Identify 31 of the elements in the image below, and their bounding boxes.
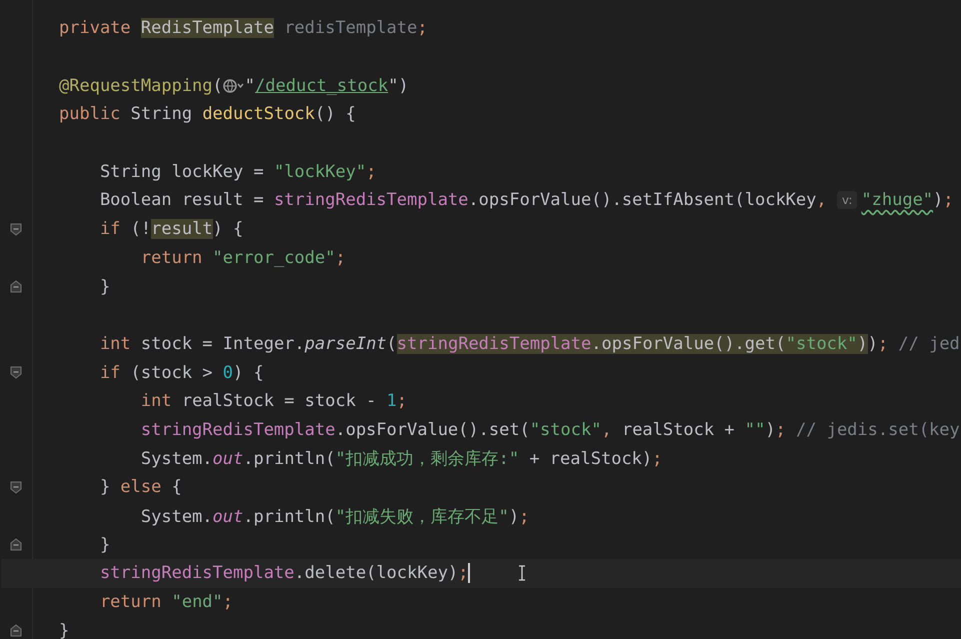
code-line: System.out.println("扣减成功，剩余库存:" + realStock); (140, 448, 662, 470)
fold-icon[interactable] (9, 537, 23, 552)
fold-icon[interactable] (9, 279, 23, 294)
code-line: } (98, 276, 110, 297)
code-line: stringRedisTemplate.delete(lockKey); (98, 563, 468, 584)
fold-icon[interactable] (9, 480, 23, 495)
code-line: stringRedisTemplate.opsForValue().set("stock", realStock + ""); // jedis.set(key (140, 420, 960, 440)
code-line: public String deductStock() { (59, 104, 356, 124)
text-caret (468, 563, 470, 584)
code-line: if (stock > 0) { (98, 362, 264, 383)
code-line: } (59, 620, 70, 639)
code-line: } else { (98, 477, 182, 498)
text-cursor-icon (518, 565, 526, 582)
code-line: String lockKey = "lockKey"; (98, 162, 376, 182)
code-text: "zhuge"); (861, 190, 954, 210)
code-text: Boolean result = stringRedisTemplate.opsForValue().setIfAbsent(lockKey, (98, 190, 828, 210)
code-line: return "end"; (98, 592, 234, 612)
code-line: int realStock = stock - 1; (140, 391, 408, 412)
code-line: return "error_code"; (140, 248, 346, 268)
code-line: System.out.println("扣减失败，库存不足"); (140, 506, 530, 528)
fold-icon[interactable] (9, 222, 23, 237)
code-text: "/deduct_stock") (244, 76, 409, 96)
code-line: int stock = Integer.parseInt(stringRedisTemplate.opsForValue().get("stock")); // jed (98, 334, 960, 354)
fold-icon[interactable] (9, 365, 23, 380)
code-line: if (!result) { (98, 219, 244, 240)
code-line: private RedisTemplate redisTemplate; (59, 18, 428, 38)
code-line: } (98, 534, 110, 555)
parameter-hint: v: (836, 191, 858, 210)
fold-icon[interactable] (9, 623, 23, 638)
code-text: @RequestMapping( (59, 76, 223, 96)
globe-icon[interactable] (222, 78, 245, 93)
